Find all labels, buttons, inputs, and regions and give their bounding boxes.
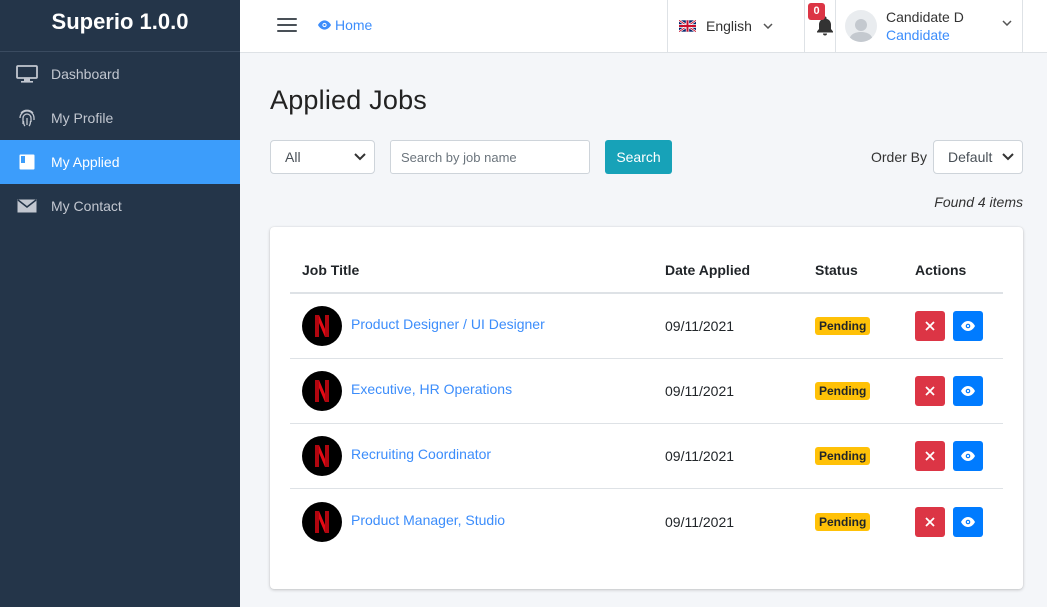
- status-badge: Pending: [815, 382, 871, 400]
- book-icon: [16, 151, 38, 173]
- table-row: Executive, HR Operations 09/11/2021 Pend…: [290, 359, 1003, 424]
- topbar: Home English 0 Candidate D Candidate: [240, 0, 1047, 53]
- date-applied: 09/11/2021: [665, 448, 735, 464]
- job-title-link[interactable]: Product Designer / UI Designer: [351, 316, 545, 332]
- user-role: Candidate: [886, 27, 950, 43]
- results-count: Found 4 items: [934, 194, 1023, 210]
- job-title-link[interactable]: Product Manager, Studio: [351, 512, 505, 528]
- brand-title[interactable]: Superio 1.0.0: [0, 0, 240, 52]
- sidebar-item-my-contact[interactable]: My Contact: [0, 184, 240, 228]
- sidebar-item-my-profile[interactable]: My Profile: [0, 96, 240, 140]
- home-link[interactable]: Home: [318, 17, 372, 33]
- delete-button[interactable]: [915, 506, 945, 537]
- view-button[interactable]: [953, 506, 983, 537]
- home-label: Home: [335, 17, 373, 33]
- view-button[interactable]: [953, 441, 983, 471]
- chevron-down-icon: [1002, 20, 1012, 26]
- date-applied: 09/11/2021: [665, 383, 735, 399]
- eye-icon: [318, 20, 331, 30]
- company-logo: [302, 306, 342, 346]
- table-row: Product Designer / UI Designer 09/11/202…: [290, 294, 1003, 359]
- order-by-value: Default: [948, 149, 993, 165]
- status-filter-select[interactable]: All: [270, 140, 375, 174]
- chevron-down-icon: [354, 153, 366, 161]
- netflix-logo-icon: [315, 445, 329, 467]
- sidebar: Superio 1.0.0 Dashboard My Profile My Ap…: [0, 0, 240, 607]
- sidebar-item-dashboard[interactable]: Dashboard: [0, 52, 240, 96]
- table-body: Product Designer / UI Designer 09/11/202…: [290, 294, 1003, 554]
- delete-button[interactable]: [915, 376, 945, 406]
- status-badge: Pending: [815, 317, 871, 335]
- chevron-down-icon: [763, 23, 773, 29]
- eye-icon: [961, 386, 975, 396]
- sidebar-nav: Dashboard My Profile My Applied My Conta…: [0, 52, 240, 228]
- table-row: Recruiting Coordinator 09/11/2021 Pendin…: [290, 424, 1003, 489]
- date-applied: 09/11/2021: [665, 318, 735, 334]
- eye-icon: [961, 321, 975, 331]
- status-badge: Pending: [815, 512, 871, 531]
- header-job-title: Job Title: [302, 261, 360, 278]
- eye-icon: [961, 516, 975, 527]
- close-icon: [925, 386, 935, 396]
- header-date-applied: Date Applied: [665, 261, 751, 278]
- search-button[interactable]: Search: [605, 140, 672, 174]
- eye-icon: [961, 451, 975, 461]
- header-status: Status: [815, 261, 858, 278]
- language-selector[interactable]: English: [667, 0, 805, 52]
- notification-count-badge: 0: [808, 3, 825, 20]
- chevron-down-icon: [1002, 153, 1014, 161]
- user-icon: [849, 19, 873, 42]
- close-icon: [925, 321, 935, 331]
- applied-jobs-card: Job Title Date Applied Status Actions Pr…: [270, 227, 1023, 589]
- sidebar-item-label: Dashboard: [51, 66, 120, 82]
- netflix-logo-icon: [315, 380, 329, 402]
- user-name: Candidate D: [886, 9, 964, 25]
- sidebar-item-label: My Applied: [51, 154, 120, 170]
- view-button[interactable]: [953, 311, 983, 341]
- netflix-logo-icon: [315, 510, 329, 533]
- page-title: Applied Jobs: [270, 85, 428, 115]
- sidebar-item-my-applied[interactable]: My Applied: [0, 140, 240, 184]
- sidebar-item-label: My Profile: [51, 110, 114, 126]
- company-logo: [302, 371, 342, 411]
- close-icon: [925, 516, 935, 527]
- menu-toggle-icon[interactable]: [277, 18, 297, 34]
- main-content: Applied Jobs All Search Order By Default…: [240, 53, 1047, 607]
- job-title-link[interactable]: Recruiting Coordinator: [351, 446, 491, 462]
- netflix-logo-icon: [315, 315, 329, 337]
- order-by-select[interactable]: Default: [933, 140, 1023, 174]
- table-row: Product Manager, Studio 09/11/2021 Pendi…: [290, 489, 1003, 554]
- avatar: [845, 10, 877, 42]
- date-applied: 09/11/2021: [665, 513, 735, 530]
- uk-flag-icon: [679, 20, 696, 32]
- job-title-link[interactable]: Executive, HR Operations: [351, 381, 512, 397]
- applied-jobs-table: Job Title Date Applied Status Actions Pr…: [290, 247, 1003, 554]
- language-label: English: [706, 18, 752, 34]
- view-button[interactable]: [953, 376, 983, 406]
- status-badge: Pending: [815, 447, 871, 465]
- company-logo: [302, 436, 342, 476]
- status-filter-value: All: [285, 149, 301, 165]
- delete-button[interactable]: [915, 441, 945, 471]
- company-logo: [302, 501, 342, 542]
- sidebar-item-label: My Contact: [51, 198, 122, 214]
- user-menu[interactable]: Candidate D Candidate: [835, 0, 1023, 52]
- envelope-icon: [16, 195, 38, 217]
- monitor-icon: [16, 63, 38, 85]
- order-by-label: Order By: [871, 149, 928, 165]
- fingerprint-icon: [16, 107, 38, 129]
- close-icon: [925, 451, 935, 461]
- table-header: Job Title Date Applied Status Actions: [290, 247, 1003, 294]
- brand-label: Superio 1.0.0: [51, 8, 189, 34]
- delete-button[interactable]: [915, 311, 945, 341]
- header-actions: Actions: [915, 261, 967, 278]
- search-input[interactable]: [390, 140, 590, 174]
